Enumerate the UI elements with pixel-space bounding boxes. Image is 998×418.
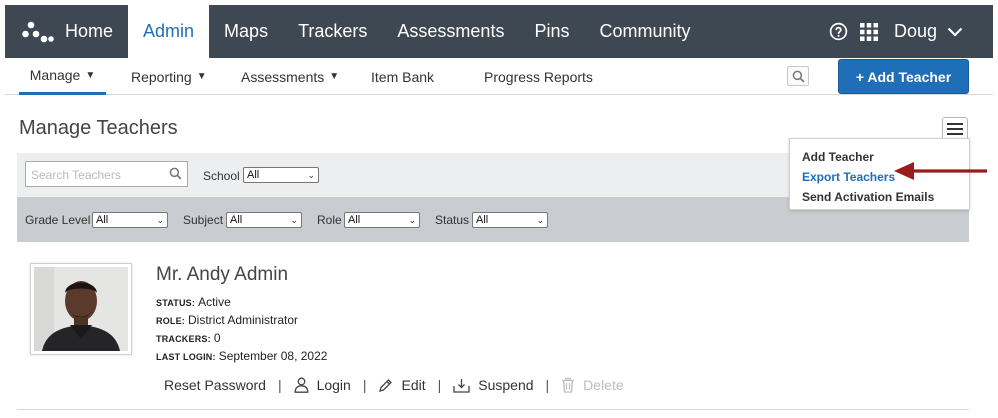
menu-item-export-teachers[interactable]: Export Teachers: [802, 170, 895, 184]
teacher-status-row: Status: Active: [156, 295, 231, 309]
search-button[interactable]: [787, 66, 809, 86]
school-select[interactable]: All ⌄: [243, 167, 319, 183]
last-login-key: Last Login:: [156, 352, 216, 362]
chevron-down-icon: ⌄: [290, 214, 298, 225]
divider: |: [545, 377, 550, 393]
top-navigation: Home Admin Maps Trackers Assessments Pin…: [5, 5, 993, 58]
user-icon: [294, 377, 309, 393]
menu-item-send-activation-emails[interactable]: Send Activation Emails: [802, 190, 934, 204]
chevron-down-icon: [947, 27, 963, 37]
school-select-value: All: [247, 169, 260, 181]
nav-community[interactable]: Community: [584, 5, 705, 58]
topnav-right: Doug: [829, 5, 993, 58]
trackers-value: 0: [213, 331, 221, 345]
role-select-value: All: [348, 214, 361, 226]
user-menu[interactable]: Doug: [894, 21, 963, 42]
trackers-key: Trackers:: [156, 334, 211, 344]
divider: [17, 409, 969, 410]
nav-home[interactable]: Home: [61, 5, 128, 58]
chevron-down-icon: ⌄: [156, 214, 164, 225]
teacher-actions: Reset Password | Login | Edit | Suspend …: [164, 377, 624, 393]
role-key: Role:: [156, 316, 185, 326]
subnav-manage-label: Manage: [29, 67, 81, 83]
role-select[interactable]: All ⌄: [344, 212, 420, 228]
delete-label: Delete: [583, 377, 624, 393]
page-title: Manage Teachers: [19, 117, 178, 139]
teacher-trackers-row: Trackers: 0: [156, 331, 221, 345]
nav-trackers[interactable]: Trackers: [283, 5, 382, 58]
chevron-down-icon: ⌄: [536, 214, 544, 225]
subnav-manage[interactable]: Manage ▼: [19, 58, 106, 95]
divider: |: [437, 377, 442, 393]
subject-select[interactable]: All ⌄: [226, 212, 302, 228]
add-teacher-button[interactable]: + Add Teacher: [838, 59, 969, 94]
reset-password-label: Reset Password: [164, 377, 266, 393]
subject-select-value: All: [230, 214, 243, 226]
login-link[interactable]: Login: [294, 377, 351, 393]
nav-maps[interactable]: Maps: [209, 5, 283, 58]
nav-pins[interactable]: Pins: [519, 5, 584, 58]
grade-level-select[interactable]: All ⌄: [92, 212, 168, 228]
hamburger-icon: [947, 123, 963, 135]
menu-item-add-teacher[interactable]: Add Teacher: [802, 150, 874, 164]
status-select[interactable]: All ⌄: [472, 212, 548, 228]
login-label: Login: [316, 377, 351, 393]
user-name: Doug: [893, 21, 937, 41]
annotation-arrow-icon: [894, 162, 987, 180]
search-icon: [792, 70, 804, 82]
divider: |: [362, 377, 367, 393]
school-label: School: [203, 169, 240, 183]
search-icon[interactable]: [169, 167, 182, 180]
help-icon[interactable]: [829, 22, 848, 41]
edit-label: Edit: [401, 377, 426, 393]
grade-level-select-value: All: [96, 214, 109, 226]
status-value: Active: [198, 295, 231, 309]
sub-navigation: Manage ▼ Reporting ▼ Assessments ▼ Item …: [5, 58, 993, 95]
suspend-link[interactable]: Suspend: [453, 377, 534, 393]
suspend-label: Suspend: [478, 377, 534, 393]
subject-label: Subject: [183, 213, 224, 227]
app-frame: Home Admin Maps Trackers Assessments Pin…: [5, 5, 993, 413]
status-select-value: All: [476, 214, 489, 226]
chevron-down-icon: ▼: [329, 71, 340, 82]
teacher-name[interactable]: Mr. Andy Admin: [156, 264, 288, 286]
nav-assessments[interactable]: Assessments: [382, 5, 519, 58]
teacher-avatar: [30, 263, 132, 355]
role-value: District Administrator: [188, 313, 299, 327]
logo-icon[interactable]: [15, 5, 61, 58]
status-label: Status: [435, 213, 470, 227]
reset-password-link[interactable]: Reset Password: [164, 377, 266, 393]
subnav-item-bank[interactable]: Item Bank: [371, 58, 434, 95]
subnav-assessments-label: Assessments: [241, 68, 325, 85]
subnav-reporting[interactable]: Reporting ▼: [131, 58, 207, 95]
nav-admin[interactable]: Admin: [128, 5, 210, 58]
teacher-role-row: Role: District Administrator: [156, 313, 298, 327]
chevron-down-icon: ▼: [196, 71, 207, 82]
teacher-last-login-row: Last Login: September 08, 2022: [156, 349, 327, 363]
trash-icon: [562, 377, 575, 393]
pencil-icon: [379, 378, 393, 392]
chevron-down-icon: ⌄: [307, 169, 315, 180]
subnav-progress-reports[interactable]: Progress Reports: [484, 58, 593, 95]
apps-grid-icon[interactable]: [859, 22, 878, 41]
divider: |: [277, 377, 282, 393]
subnav-reporting-label: Reporting: [131, 68, 192, 85]
edit-link[interactable]: Edit: [378, 377, 426, 393]
chevron-down-icon: ⌄: [408, 214, 416, 225]
teacher-photo: [34, 267, 128, 351]
chevron-down-icon: ▼: [85, 69, 96, 81]
subnav-assessments[interactable]: Assessments ▼: [241, 58, 339, 95]
search-teachers-input[interactable]: Search Teachers: [25, 161, 188, 187]
grade-level-label: Grade Level: [25, 213, 91, 227]
tray-download-icon: [453, 378, 470, 393]
last-login-value: September 08, 2022: [218, 349, 328, 363]
delete-link[interactable]: Delete: [561, 377, 624, 393]
status-key: Status:: [156, 298, 196, 308]
role-label: Role: [317, 213, 342, 227]
